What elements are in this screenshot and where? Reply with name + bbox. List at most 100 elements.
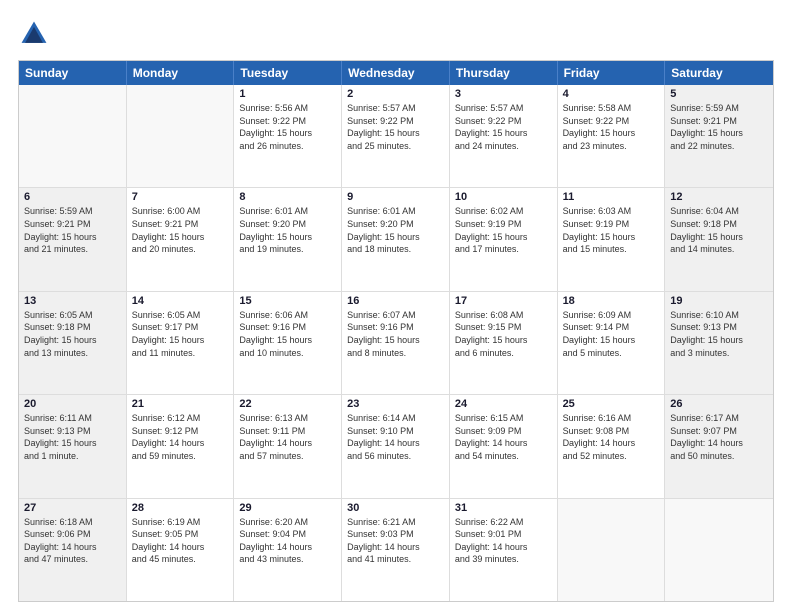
calendar-cell: 1 Sunrise: 5:56 AM Sunset: 9:22 PM Daylig… [234,85,342,187]
day-number: 15 [239,295,336,307]
cell-info: Sunrise: 6:13 AM Sunset: 9:11 PM Dayligh… [239,412,336,462]
day-number: 8 [239,191,336,203]
day-number: 17 [455,295,552,307]
calendar: SundayMondayTuesdayWednesdayThursdayFrid… [18,60,774,602]
calendar-cell: 14 Sunrise: 6:05 AM Sunset: 9:17 PM Dayli… [127,292,235,394]
cell-info: Sunrise: 6:01 AM Sunset: 9:20 PM Dayligh… [347,205,444,255]
cal-header-cell: Sunday [19,61,127,85]
day-number: 16 [347,295,444,307]
calendar-cell: 16 Sunrise: 6:07 AM Sunset: 9:16 PM Dayli… [342,292,450,394]
calendar-body: 1 Sunrise: 5:56 AM Sunset: 9:22 PM Daylig… [19,85,773,601]
cell-info: Sunrise: 6:18 AM Sunset: 9:06 PM Dayligh… [24,516,121,566]
cell-info: Sunrise: 6:03 AM Sunset: 9:19 PM Dayligh… [563,205,660,255]
calendar-row: 13 Sunrise: 6:05 AM Sunset: 9:18 PM Dayli… [19,291,773,394]
day-number: 6 [24,191,121,203]
day-number: 18 [563,295,660,307]
calendar-cell: 11 Sunrise: 6:03 AM Sunset: 9:19 PM Dayli… [558,188,666,290]
day-number: 5 [670,88,768,100]
cell-info: Sunrise: 6:17 AM Sunset: 9:07 PM Dayligh… [670,412,768,462]
cell-info: Sunrise: 5:56 AM Sunset: 9:22 PM Dayligh… [239,102,336,152]
day-number: 28 [132,502,229,514]
cell-info: Sunrise: 5:58 AM Sunset: 9:22 PM Dayligh… [563,102,660,152]
cal-header-cell: Tuesday [234,61,342,85]
cell-info: Sunrise: 6:10 AM Sunset: 9:13 PM Dayligh… [670,309,768,359]
day-number: 14 [132,295,229,307]
day-number: 24 [455,398,552,410]
cell-info: Sunrise: 6:06 AM Sunset: 9:16 PM Dayligh… [239,309,336,359]
cell-info: Sunrise: 6:22 AM Sunset: 9:01 PM Dayligh… [455,516,552,566]
day-number: 13 [24,295,121,307]
cell-info: Sunrise: 6:01 AM Sunset: 9:20 PM Dayligh… [239,205,336,255]
calendar-cell: 23 Sunrise: 6:14 AM Sunset: 9:10 PM Dayli… [342,395,450,497]
calendar-cell: 5 Sunrise: 5:59 AM Sunset: 9:21 PM Daylig… [665,85,773,187]
cal-header-cell: Saturday [665,61,773,85]
calendar-row: 1 Sunrise: 5:56 AM Sunset: 9:22 PM Daylig… [19,85,773,187]
cal-header-cell: Monday [127,61,235,85]
calendar-cell: 12 Sunrise: 6:04 AM Sunset: 9:18 PM Dayli… [665,188,773,290]
day-number: 20 [24,398,121,410]
calendar-cell [665,499,773,601]
cell-info: Sunrise: 5:59 AM Sunset: 9:21 PM Dayligh… [670,102,768,152]
cell-info: Sunrise: 6:02 AM Sunset: 9:19 PM Dayligh… [455,205,552,255]
cell-info: Sunrise: 6:12 AM Sunset: 9:12 PM Dayligh… [132,412,229,462]
cell-info: Sunrise: 6:05 AM Sunset: 9:18 PM Dayligh… [24,309,121,359]
calendar-cell: 26 Sunrise: 6:17 AM Sunset: 9:07 PM Dayli… [665,395,773,497]
calendar-cell: 24 Sunrise: 6:15 AM Sunset: 9:09 PM Dayli… [450,395,558,497]
day-number: 25 [563,398,660,410]
calendar-cell: 3Sunrise: 5:57 AM Sunset: 9:22 PM Daylig… [450,85,558,187]
calendar-cell: 25 Sunrise: 6:16 AM Sunset: 9:08 PM Dayli… [558,395,666,497]
cell-info: Sunrise: 6:16 AM Sunset: 9:08 PM Dayligh… [563,412,660,462]
calendar-cell: 20 Sunrise: 6:11 AM Sunset: 9:13 PM Dayli… [19,395,127,497]
calendar-header-row: SundayMondayTuesdayWednesdayThursdayFrid… [19,61,773,85]
page: SundayMondayTuesdayWednesdayThursdayFrid… [0,0,792,612]
cell-info: Sunrise: 6:08 AM Sunset: 9:15 PM Dayligh… [455,309,552,359]
day-number: 27 [24,502,121,514]
calendar-row: 20 Sunrise: 6:11 AM Sunset: 9:13 PM Dayli… [19,394,773,497]
cell-info: Sunrise: 6:19 AM Sunset: 9:05 PM Dayligh… [132,516,229,566]
calendar-cell: 22Sunrise: 6:13 AM Sunset: 9:11 PM Dayli… [234,395,342,497]
cell-info: Sunrise: 6:14 AM Sunset: 9:10 PM Dayligh… [347,412,444,462]
logo [18,18,54,50]
cal-header-cell: Wednesday [342,61,450,85]
day-number: 26 [670,398,768,410]
calendar-cell: 8 Sunrise: 6:01 AM Sunset: 9:20 PM Daylig… [234,188,342,290]
calendar-cell: 4 Sunrise: 5:58 AM Sunset: 9:22 PM Daylig… [558,85,666,187]
cal-header-cell: Friday [558,61,666,85]
day-number: 9 [347,191,444,203]
day-number: 23 [347,398,444,410]
calendar-cell: 7Sunrise: 6:00 AM Sunset: 9:21 PM Daylig… [127,188,235,290]
cell-info: Sunrise: 5:57 AM Sunset: 9:22 PM Dayligh… [347,102,444,152]
cell-info: Sunrise: 6:15 AM Sunset: 9:09 PM Dayligh… [455,412,552,462]
day-number: 2 [347,88,444,100]
cell-info: Sunrise: 6:21 AM Sunset: 9:03 PM Dayligh… [347,516,444,566]
cell-info: Sunrise: 6:20 AM Sunset: 9:04 PM Dayligh… [239,516,336,566]
header [18,18,774,50]
calendar-cell: 28 Sunrise: 6:19 AM Sunset: 9:05 PM Dayli… [127,499,235,601]
calendar-cell [127,85,235,187]
logo-icon [18,18,50,50]
day-number: 31 [455,502,552,514]
day-number: 30 [347,502,444,514]
calendar-cell: 29Sunrise: 6:20 AM Sunset: 9:04 PM Dayli… [234,499,342,601]
day-number: 11 [563,191,660,203]
calendar-cell: 15 Sunrise: 6:06 AM Sunset: 9:16 PM Dayli… [234,292,342,394]
calendar-cell [19,85,127,187]
cell-info: Sunrise: 6:04 AM Sunset: 9:18 PM Dayligh… [670,205,768,255]
cell-info: Sunrise: 6:05 AM Sunset: 9:17 PM Dayligh… [132,309,229,359]
day-number: 21 [132,398,229,410]
cell-info: Sunrise: 6:09 AM Sunset: 9:14 PM Dayligh… [563,309,660,359]
day-number: 7 [132,191,229,203]
calendar-cell [558,499,666,601]
cell-info: Sunrise: 6:11 AM Sunset: 9:13 PM Dayligh… [24,412,121,462]
day-number: 4 [563,88,660,100]
calendar-cell: 10Sunrise: 6:02 AM Sunset: 9:19 PM Dayli… [450,188,558,290]
cal-header-cell: Thursday [450,61,558,85]
cell-info: Sunrise: 6:07 AM Sunset: 9:16 PM Dayligh… [347,309,444,359]
calendar-cell: 30 Sunrise: 6:21 AM Sunset: 9:03 PM Dayli… [342,499,450,601]
calendar-cell: 31 Sunrise: 6:22 AM Sunset: 9:01 PM Dayli… [450,499,558,601]
day-number: 1 [239,88,336,100]
calendar-cell: 17 Sunrise: 6:08 AM Sunset: 9:15 PM Dayli… [450,292,558,394]
day-number: 19 [670,295,768,307]
calendar-cell: 6Sunrise: 5:59 AM Sunset: 9:21 PM Daylig… [19,188,127,290]
day-number: 12 [670,191,768,203]
